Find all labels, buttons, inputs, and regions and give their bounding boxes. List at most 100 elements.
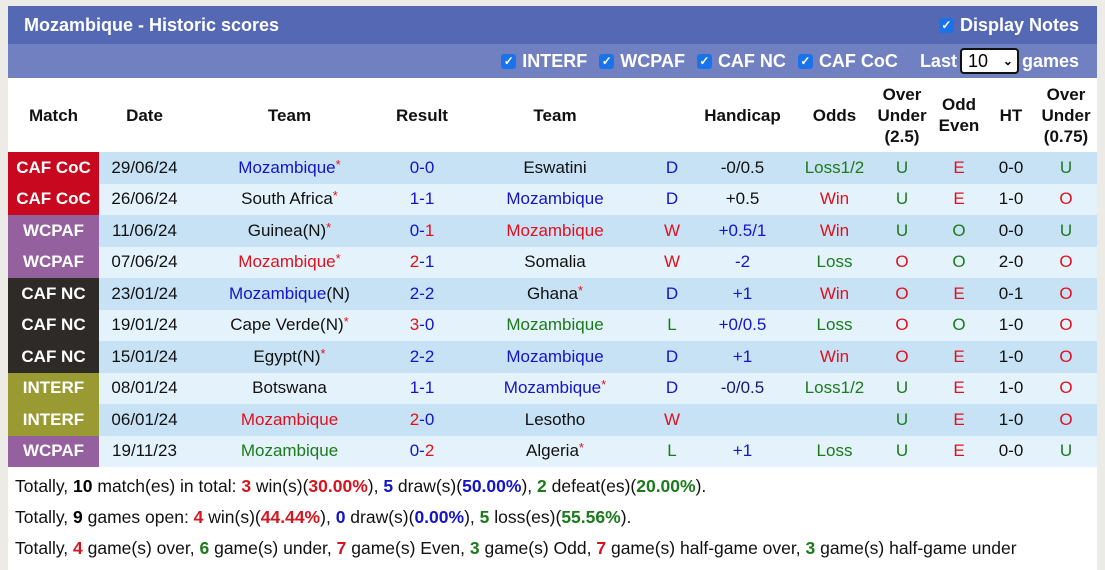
filter-interf[interactable]: ✓ INTERF [501, 51, 587, 72]
league-badge[interactable]: CAF NC [8, 309, 99, 341]
match-result[interactable]: 2-2 [389, 341, 455, 373]
table-header-row: Match Date Team Result Team Handicap Odd… [8, 78, 1097, 152]
table-row: CAF NC 23/01/24 Mozambique(N) 2-2 Ghana* D +1 W… [8, 278, 1097, 310]
table-row: CAF NC 19/01/24 Cape Verde(N)* 3-0 Mozambiqu… [8, 309, 1097, 341]
home-team[interactable]: Mozambique [190, 435, 389, 467]
league-badge[interactable]: INTERF [8, 372, 99, 404]
match-result[interactable]: 2-1 [389, 246, 455, 278]
games-label: games [1021, 50, 1079, 71]
home-team[interactable]: Mozambique [190, 404, 389, 436]
odd-even: O [931, 309, 987, 341]
match-result[interactable]: 0-0 [389, 152, 455, 184]
win-draw-loss: D [655, 278, 689, 310]
home-team[interactable]: Botswana [190, 372, 389, 404]
half-over-under: O [1035, 278, 1097, 310]
away-team[interactable]: Mozambique [455, 183, 655, 215]
home-team[interactable]: Egypt(N)* [190, 341, 389, 373]
col-over-under-0-75: Over Under (0.75) [1041, 84, 1091, 146]
away-team[interactable]: Eswatini [455, 152, 655, 184]
win-draw-loss: W [655, 215, 689, 247]
league-badge[interactable]: CAF CoC [8, 183, 99, 215]
over-under: U [873, 215, 931, 247]
over-under: U [873, 372, 931, 404]
col-home-team: Team [267, 105, 312, 125]
win-draw-loss: W [655, 404, 689, 436]
handicap [689, 404, 796, 436]
filter-caf-coc[interactable]: ✓ CAF CoC [797, 51, 898, 72]
match-date: 06/01/24 [99, 404, 190, 436]
checkbox-checked-icon[interactable]: ✓ [696, 53, 712, 69]
home-team[interactable]: Guinea(N)* [190, 215, 389, 247]
col-odd-even: Odd Even [938, 95, 980, 135]
display-notes-label: Display Notes [959, 14, 1079, 35]
league-badge[interactable]: INTERF [8, 404, 99, 436]
odds-result: Win [796, 278, 873, 310]
match-result[interactable]: 2-2 [389, 278, 455, 310]
favorite-star-icon: * [335, 156, 341, 172]
favorite-star-icon: * [343, 314, 349, 330]
favorite-star-icon: * [332, 188, 338, 204]
home-team[interactable]: Cape Verde(N)* [190, 309, 389, 341]
match-date: 29/06/24 [99, 152, 190, 184]
away-team[interactable]: Mozambique* [455, 372, 655, 404]
display-notes-toggle[interactable]: ✓ Display Notes [938, 14, 1079, 36]
away-team[interactable]: Somalia [455, 246, 655, 278]
match-result[interactable]: 3-0 [389, 309, 455, 341]
match-date: 23/01/24 [99, 278, 190, 310]
table-row: CAF NC 15/01/24 Egypt(N)* 2-2 Mozambique D +1 W… [8, 341, 1097, 373]
odds-result: Win [796, 341, 873, 373]
handicap: +1 [689, 435, 796, 467]
historic-scores-panel: Mozambique - Historic scores ✓ Display N… [8, 6, 1097, 570]
odd-even: E [931, 183, 987, 215]
league-badge[interactable]: WCPAF [8, 215, 99, 247]
handicap: +1 [689, 278, 796, 310]
checkbox-checked-icon[interactable]: ✓ [938, 17, 954, 33]
half-time-score: 2-0 [987, 246, 1035, 278]
home-team[interactable]: Mozambique(N) [190, 278, 389, 310]
league-badge[interactable]: CAF NC [8, 341, 99, 373]
checkbox-checked-icon[interactable]: ✓ [797, 53, 813, 69]
handicap: -0/0.5 [689, 372, 796, 404]
favorite-star-icon: * [335, 251, 341, 267]
odd-even: O [931, 246, 987, 278]
away-team[interactable]: Ghana* [455, 278, 655, 310]
league-badge[interactable]: CAF NC [8, 278, 99, 310]
league-badge[interactable]: WCPAF [8, 246, 99, 278]
last-games-select[interactable]: 10 ⌄ [959, 48, 1019, 74]
away-team[interactable]: Lesotho [455, 404, 655, 436]
last-games-control: Last 10 ⌄ games [920, 48, 1079, 74]
away-team[interactable]: Mozambique [455, 215, 655, 247]
away-team[interactable]: Algeria* [455, 435, 655, 467]
match-result[interactable]: 1-1 [389, 183, 455, 215]
half-time-score: 0-1 [987, 278, 1035, 310]
match-result[interactable]: 0-2 [389, 435, 455, 467]
home-team[interactable]: South Africa* [190, 183, 389, 215]
col-ht: HT [999, 105, 1023, 125]
match-result[interactable]: 1-1 [389, 372, 455, 404]
handicap: +0.5/1 [689, 215, 796, 247]
over-under: U [873, 404, 931, 436]
checkbox-checked-icon[interactable]: ✓ [599, 53, 615, 69]
away-team[interactable]: Mozambique [455, 341, 655, 373]
away-team[interactable]: Mozambique [455, 309, 655, 341]
filter-caf-nc[interactable]: ✓ CAF NC [696, 51, 786, 72]
filter-wcpaf[interactable]: ✓ WCPAF [599, 51, 685, 72]
league-badge[interactable]: WCPAF [8, 435, 99, 467]
over-under: U [873, 435, 931, 467]
over-under: O [873, 341, 931, 373]
match-date: 11/06/24 [99, 215, 190, 247]
summary-over-under: Totally, 4 game(s) over, 6 game(s) under… [15, 538, 1017, 558]
handicap: -2 [689, 246, 796, 278]
checkbox-checked-icon[interactable]: ✓ [501, 53, 517, 69]
match-result[interactable]: 0-1 [389, 215, 455, 247]
league-badge[interactable]: CAF CoC [8, 152, 99, 184]
home-team[interactable]: Mozambique* [190, 246, 389, 278]
home-team[interactable]: Mozambique* [190, 152, 389, 184]
table-row: INTERF 06/01/24 Mozambique 2-0 Lesotho W U E 1-0… [8, 404, 1097, 436]
table-row: WCPAF 07/06/24 Mozambique* 2-1 Somalia W -2 Los… [8, 246, 1097, 278]
match-result[interactable]: 2-0 [389, 404, 455, 436]
half-time-score: 0-0 [987, 215, 1035, 247]
filter-bar: ✓ INTERF ✓ WCPAF ✓ CAF NC ✓ CAF CoC Last… [8, 44, 1097, 78]
over-under: U [873, 183, 931, 215]
half-over-under: O [1035, 183, 1097, 215]
